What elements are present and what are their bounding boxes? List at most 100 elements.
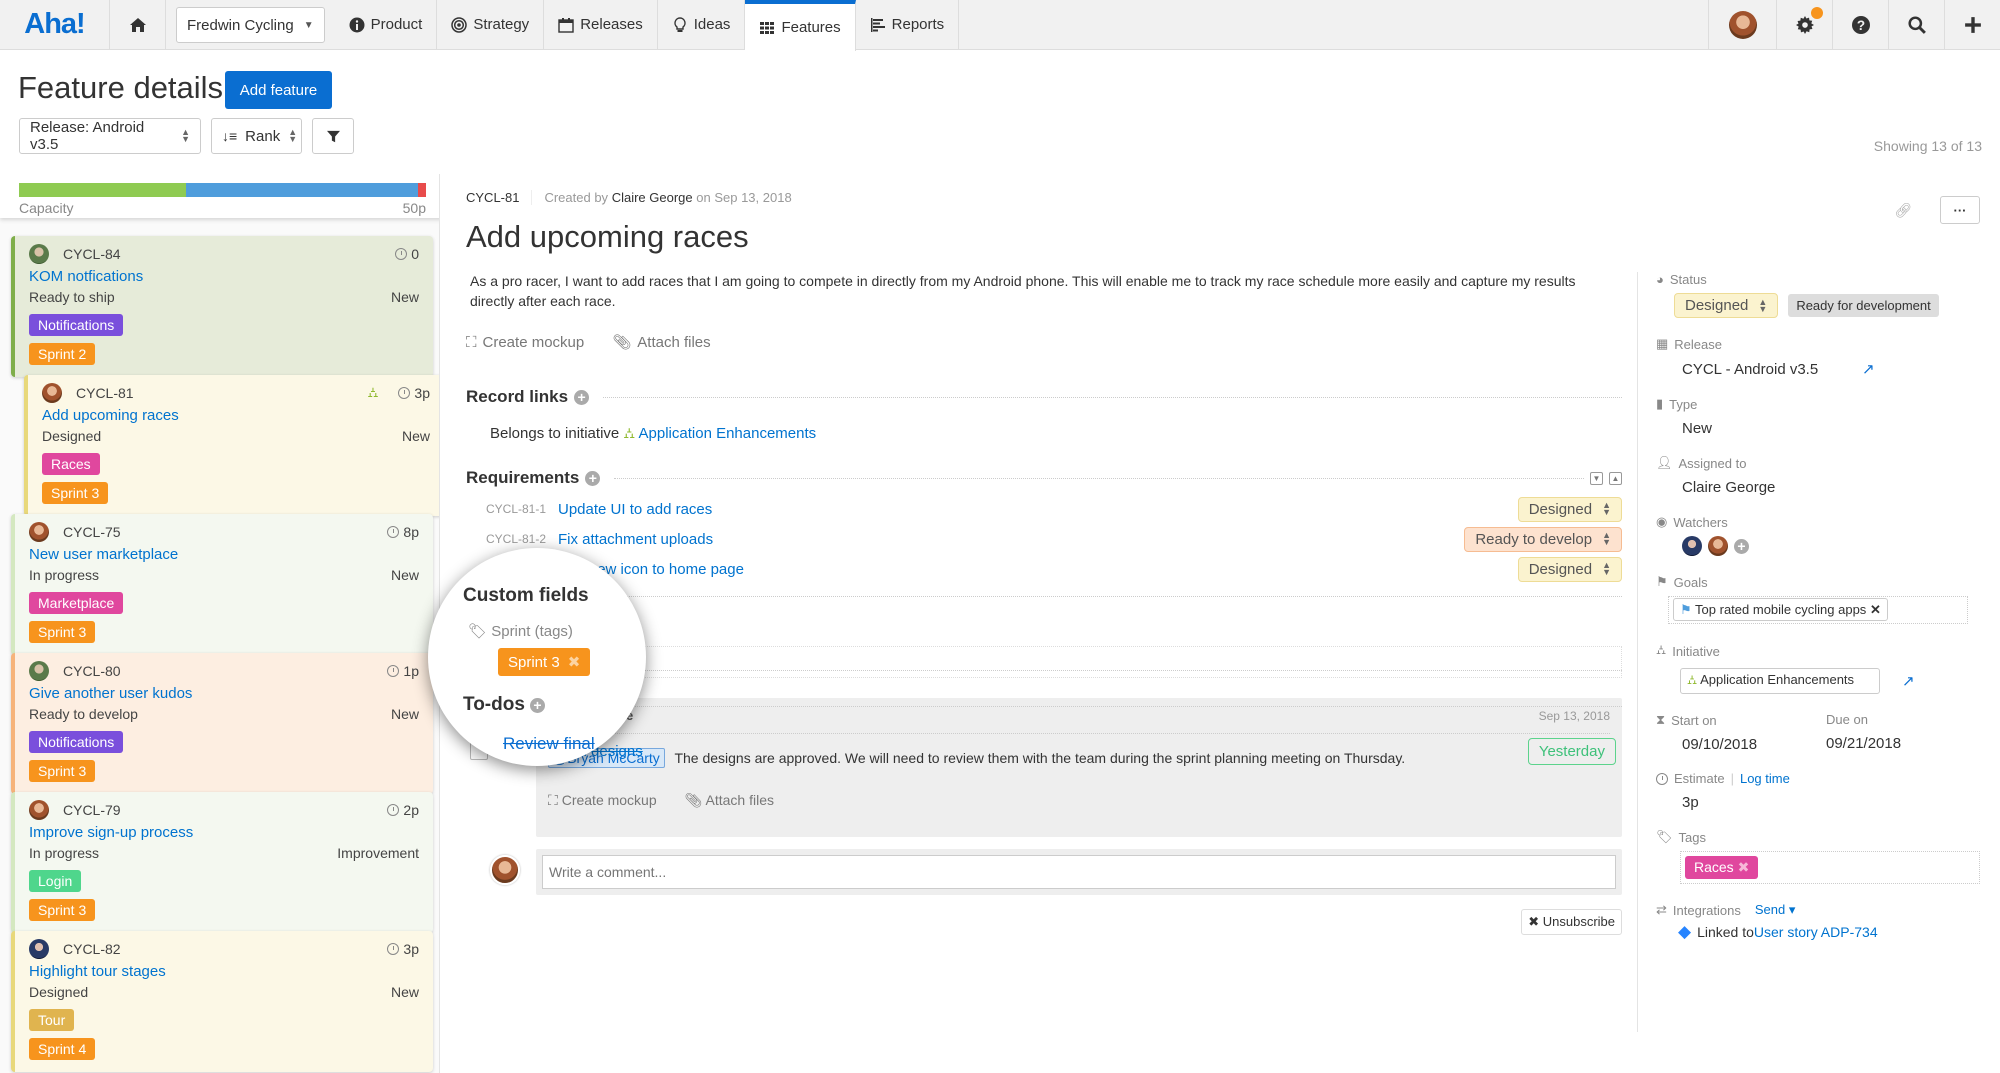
requirement-title[interactable]: Fix attachment uploads	[558, 531, 713, 548]
release-value[interactable]: CYCL - Android v3.5	[1682, 361, 1852, 378]
feature-card[interactable]: CYCL-84 0 KOM notfications Ready to ship…	[11, 236, 433, 377]
watcher-avatar[interactable]	[1682, 536, 1702, 556]
settings-button[interactable]	[1776, 0, 1832, 49]
created-by[interactable]: Claire George	[612, 190, 693, 205]
send-dropdown[interactable]: Send ▾	[1755, 902, 1796, 918]
nav-product[interactable]: Product	[335, 0, 438, 49]
status-select[interactable]: Designed ▲ ▼	[1674, 293, 1779, 318]
collapse-all-icon[interactable]: ▼	[1590, 471, 1603, 485]
watcher-avatar[interactable]	[1708, 536, 1728, 556]
card-title[interactable]: Give another user kudos	[29, 685, 419, 705]
feature-card[interactable]: CYCL-79 2p Improve sign-up process In pr…	[11, 792, 433, 933]
sort-selector[interactable]: ↓≡ Rank ▲ ▼	[211, 118, 302, 154]
nav-reports[interactable]: Reports	[856, 0, 960, 49]
feature-card[interactable]: CYCL-82 3p Highlight tour stages Designe…	[11, 931, 433, 1072]
card-id: CYCL-81	[76, 385, 134, 401]
card-tag: Sprint 3	[29, 760, 96, 782]
requirement-title[interactable]: Update UI to add races	[558, 501, 712, 518]
external-link-icon[interactable]: ↗	[1902, 672, 1915, 690]
initiative-chip[interactable]: ⛼ Application Enhancements	[1680, 668, 1880, 694]
link-icon[interactable]: 🔗︎	[1894, 202, 1912, 219]
card-title[interactable]: Improve sign-up process	[29, 824, 419, 844]
log-time-link[interactable]: Log time	[1740, 771, 1790, 786]
card-type: New	[390, 289, 419, 305]
tag-chip[interactable]: Races ✖	[1685, 856, 1759, 879]
add-todo-icon[interactable]: +	[529, 697, 545, 713]
add-record-link-icon[interactable]: +	[574, 389, 590, 405]
unsubscribe-button[interactable]: ✖ Unsubscribe	[1521, 909, 1622, 935]
start-value[interactable]: 09/10/2018	[1682, 736, 1757, 753]
search-button[interactable]	[1888, 0, 1944, 49]
comment-attach-files-button[interactable]: 📎︎ Attach files	[685, 792, 774, 809]
card-avatar	[42, 383, 62, 403]
filter-button[interactable]	[312, 118, 354, 154]
aha-logo[interactable]: Aha!	[0, 0, 110, 49]
create-mockup-label: Create mockup	[482, 333, 585, 351]
user-menu-button[interactable]	[1708, 0, 1776, 49]
help-button[interactable]: ?	[1832, 0, 1888, 49]
remove-tag-icon[interactable]: ✖	[568, 654, 581, 671]
home-button[interactable]	[110, 0, 166, 49]
feature-meta: CYCL-81 Created by Claire George on Sep …	[466, 190, 1622, 205]
capacity-label: Capacity	[19, 200, 74, 216]
expand-all-icon[interactable]: ▲	[1609, 471, 1622, 485]
ellipsis-icon: ···	[1953, 202, 1967, 218]
release-filter[interactable]: Release: Android v3.5 ▲ ▼	[19, 118, 201, 154]
due-value[interactable]: 09/21/2018	[1826, 735, 1901, 752]
attach-files-button[interactable]: 📎︎ Attach files	[612, 333, 710, 352]
external-link-icon[interactable]: ↗	[1862, 360, 1875, 378]
comment-input[interactable]	[542, 855, 1616, 889]
sprint-tag-chip[interactable]: Sprint 3 ✖	[498, 648, 591, 676]
product-selector[interactable]: Fredwin Cycling ▼	[176, 7, 325, 43]
start-label: Start on	[1671, 712, 1717, 728]
remove-tag-icon[interactable]: ✖	[1738, 859, 1750, 875]
goal-chip[interactable]: ⚑ Top rated mobile cycling apps ✕	[1673, 598, 1888, 621]
add-requirement-icon[interactable]: +	[585, 470, 601, 486]
integration-link[interactable]: User story ADP-734	[1754, 924, 1878, 940]
tags-icon: 🏷︎	[1656, 829, 1673, 844]
new-comment	[490, 849, 1622, 895]
attr-status: ◕ Status Designed ▲ ▼ Ready for development	[1656, 272, 1999, 318]
tags-field[interactable]: Races ✖	[1680, 851, 1980, 884]
add-feature-button[interactable]: Add feature	[225, 71, 332, 109]
nav-features[interactable]: Features	[745, 0, 856, 51]
tag-icon: 🏷︎	[468, 623, 488, 640]
type-value[interactable]: New	[1682, 420, 1712, 437]
initiative-link[interactable]: Application Enhancements	[639, 425, 817, 442]
add-watcher-icon[interactable]: +	[1734, 538, 1749, 554]
create-mockup-button[interactable]: ⛶ Create mockup	[466, 333, 584, 351]
requirement-status: Designed	[1528, 560, 1593, 578]
nav-ideas[interactable]: Ideas	[658, 0, 746, 49]
requirement-status-select[interactable]: Designed ▲ ▼	[1517, 496, 1622, 522]
requirement-status-select[interactable]: Ready to develop ▲ ▼	[1464, 526, 1622, 552]
card-estimate: 3p	[387, 941, 419, 957]
record-link-prefix: Belongs to initiative	[490, 425, 620, 442]
nav-product-label: Product	[370, 16, 423, 33]
nav-releases[interactable]: Releases	[544, 0, 658, 49]
goals-field[interactable]: ⚑ Top rated mobile cycling apps ✕	[1668, 596, 1968, 624]
add-button[interactable]	[1944, 0, 2000, 49]
sprint-tags-label-text: Sprint (tags)	[491, 623, 573, 640]
feature-card[interactable]: CYCL-80 1p Give another user kudos Ready…	[11, 653, 433, 794]
feature-card[interactable]: CYCL-81 ⛼ 3p Add upcoming races Designed…	[24, 375, 439, 516]
feature-title[interactable]: Add upcoming races	[466, 219, 1622, 255]
nav-strategy[interactable]: Strategy	[437, 0, 545, 49]
sprint-tags-field[interactable]	[492, 646, 1622, 678]
feature-card[interactable]: CYCL-75 8p New user marketplace In progr…	[11, 514, 433, 655]
flag-icon: ⚑	[1656, 574, 1668, 589]
more-button[interactable]: ···	[1940, 196, 1980, 224]
requirement-status-select[interactable]: Designed ▲ ▼	[1517, 556, 1622, 582]
assigned-value[interactable]: Claire George	[1682, 479, 1775, 496]
requirement-id: CYCL-81-2	[486, 532, 547, 546]
feature-description[interactable]: As a pro racer, I want to add races that…	[466, 271, 1616, 311]
remove-goal-icon[interactable]: ✕	[1870, 602, 1881, 617]
card-title[interactable]: New user marketplace	[29, 546, 419, 566]
card-title[interactable]: Highlight tour stages	[29, 963, 419, 983]
capacity-total: 50p	[402, 200, 426, 216]
card-title[interactable]: KOM notfications	[29, 268, 419, 288]
updown-icon: ▲ ▼	[1602, 530, 1611, 547]
card-title[interactable]: Add upcoming races	[42, 407, 430, 427]
comment-create-mockup-button[interactable]: ⛶ Create mockup	[548, 792, 657, 809]
updown-icon: ▲ ▼	[1602, 500, 1611, 517]
estimate-value[interactable]: 3p	[1682, 794, 1699, 811]
